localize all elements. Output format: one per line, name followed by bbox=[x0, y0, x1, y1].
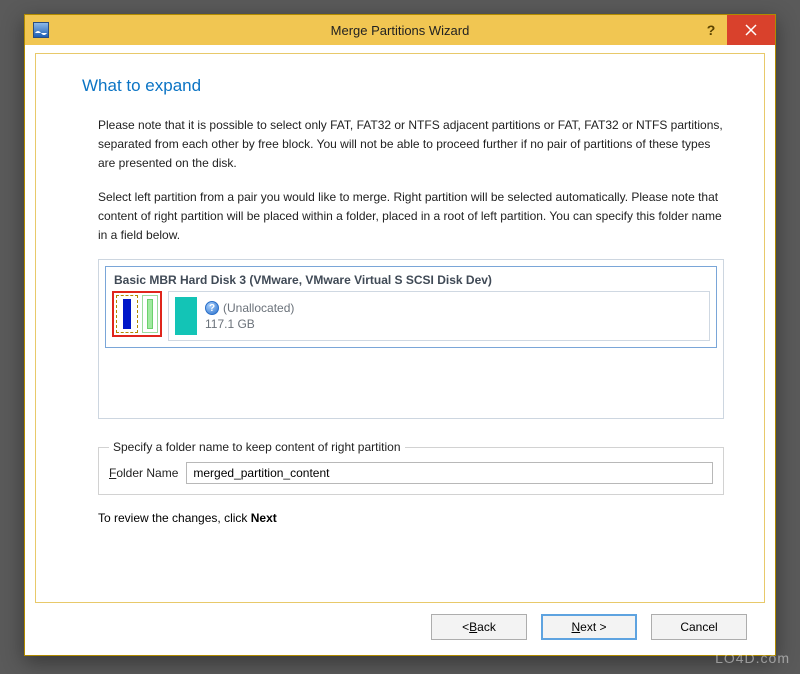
review-hint: To review the changes, click Next bbox=[72, 511, 728, 525]
partition-right[interactable] bbox=[142, 295, 158, 333]
window-title: Merge Partitions Wizard bbox=[25, 23, 775, 38]
folder-name-legend: Specify a folder name to keep content of… bbox=[109, 440, 405, 454]
wizard-window: Merge Partitions Wizard ? What to expand… bbox=[24, 14, 776, 656]
wizard-content: What to expand Please note that it is po… bbox=[35, 53, 765, 603]
partition-row: ? (Unallocated) 117.1 GB bbox=[112, 291, 710, 341]
next-button[interactable]: Next > bbox=[541, 614, 637, 640]
folder-name-section: Specify a folder name to keep content of… bbox=[98, 447, 724, 495]
window-controls: ? bbox=[695, 15, 775, 45]
help-button[interactable]: ? bbox=[695, 15, 727, 45]
disk-box: Basic MBR Hard Disk 3 (VMware, VMware Vi… bbox=[105, 266, 717, 348]
instruction-paragraph-2: Select left partition from a pair you wo… bbox=[72, 188, 728, 246]
close-button[interactable] bbox=[727, 15, 775, 45]
cancel-button[interactable]: Cancel bbox=[651, 614, 747, 640]
partition-left[interactable] bbox=[116, 295, 138, 333]
back-button[interactable]: < Back bbox=[431, 614, 527, 640]
watermark: LO4D.com bbox=[715, 650, 790, 666]
folder-name-label: Folder Name bbox=[109, 466, 178, 480]
unallocated-text: ? (Unallocated) 117.1 GB bbox=[205, 301, 294, 331]
unallocated-label: (Unallocated) bbox=[223, 301, 294, 315]
disk-panel: Basic MBR Hard Disk 3 (VMware, VMware Vi… bbox=[98, 259, 724, 419]
selected-partition-pair[interactable] bbox=[112, 291, 162, 337]
partition-left-fill bbox=[123, 299, 131, 329]
partition-right-fill bbox=[147, 299, 153, 329]
instruction-paragraph-1: Please note that it is possible to selec… bbox=[72, 116, 728, 174]
unallocated-color-icon bbox=[175, 297, 197, 335]
question-icon: ? bbox=[205, 301, 219, 315]
folder-name-input[interactable] bbox=[186, 462, 713, 484]
app-icon bbox=[33, 22, 49, 38]
unallocated-block[interactable]: ? (Unallocated) 117.1 GB bbox=[168, 291, 710, 341]
unallocated-size: 117.1 GB bbox=[205, 317, 294, 331]
page-heading: What to expand bbox=[72, 76, 728, 96]
titlebar: Merge Partitions Wizard ? bbox=[25, 15, 775, 45]
disk-title: Basic MBR Hard Disk 3 (VMware, VMware Vi… bbox=[112, 271, 710, 291]
wizard-footer: < Back Next > Cancel bbox=[35, 609, 765, 645]
close-icon bbox=[745, 24, 757, 36]
